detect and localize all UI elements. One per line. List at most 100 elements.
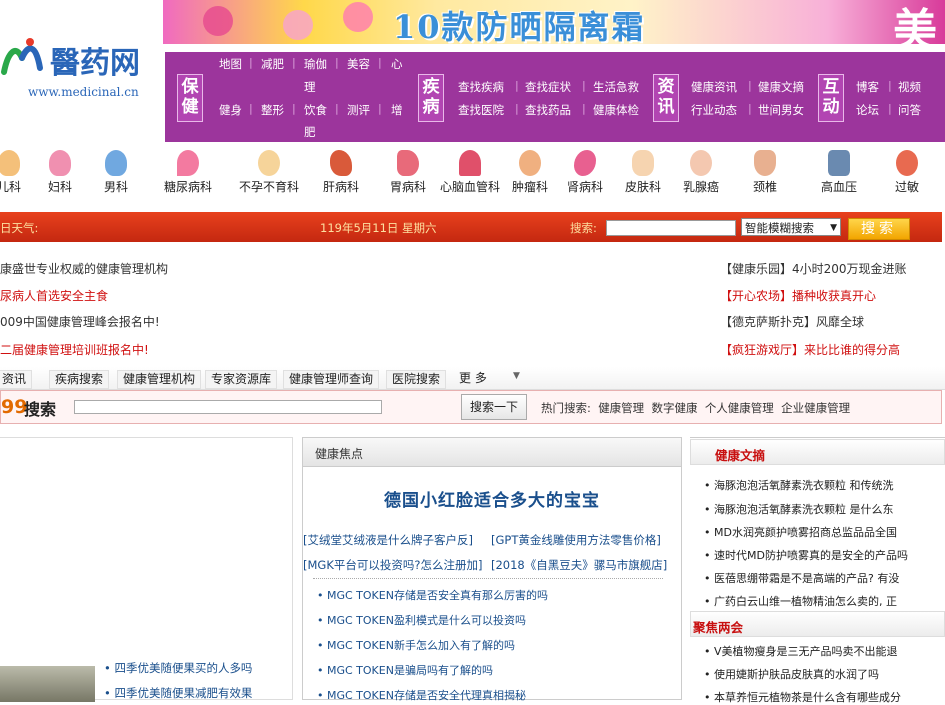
nav-link-men-women[interactable]: 世间男女	[758, 102, 804, 118]
nav-link-find-hospital[interactable]: 查找医院	[458, 102, 504, 118]
nav-link-forum[interactable]: 论坛	[856, 102, 879, 118]
nav-group-news[interactable]: 资讯	[653, 74, 679, 122]
focus-link[interactable]: [2018《自黑豆夫》骡马市旗舰店]	[491, 557, 667, 573]
digest-list-item[interactable]: • 海豚泡泡活氧酵素洗衣颗粒 和传统洗	[704, 477, 893, 493]
nav-link-health-news[interactable]: 健康资讯	[691, 79, 737, 95]
news-right-4[interactable]: 【疯狂游戏厅】来比比谁的得分高	[720, 341, 900, 358]
digest-list-item[interactable]: • 广药白云山维一植物精油怎么卖的, 正	[704, 593, 897, 609]
nav-link-psych-part1[interactable]: 心	[391, 56, 403, 72]
twosessions-list-item[interactable]: • 使用婕斯护肤品皮肤真的水润了吗	[704, 666, 879, 682]
dept-gynecology[interactable]: 妇科	[45, 150, 75, 195]
nav-link-fitness[interactable]: 健身	[219, 102, 242, 118]
focus-list-item[interactable]: • MGC TOKEN存储是否安全代理真相揭秘	[317, 687, 526, 703]
focus-list-item[interactable]: • MGC TOKEN新手怎么加入有了解的吗	[317, 637, 515, 653]
digest-list-item[interactable]: • MD水润亮颜护喷雾招商总监品品全国	[704, 524, 897, 540]
search-mode-select[interactable]: 智能模糊搜索 ▼	[741, 218, 841, 236]
dept-andrology[interactable]: 男科	[101, 150, 131, 195]
banner-corner-text: 美	[893, 5, 937, 44]
nav-group-health-care[interactable]: 保健	[177, 74, 203, 122]
focus-link[interactable]: [MGK平台可以投资吗?怎么注册加]	[303, 557, 482, 573]
search99-input[interactable]	[74, 400, 382, 414]
nav-link-psych-part2[interactable]: 理	[304, 79, 316, 95]
focus-list-item[interactable]: • MGC TOKEN是骗局吗有了解的吗	[317, 662, 493, 678]
site-logo[interactable]: 醫药网 www.medicinal.cn	[0, 30, 160, 110]
nav-link-map[interactable]: 地图	[219, 56, 242, 72]
digest-list-item[interactable]: • 医蓓思绷带霜是不是高端的产品? 有没	[704, 570, 899, 586]
focus-link[interactable]: [艾绒堂艾绒液是什么牌子客户反]	[303, 532, 473, 548]
nav-link-find-drug[interactable]: 查找药品	[525, 102, 571, 118]
twosessions-list-item[interactable]: • 本草养恒元植物茶是什么含有哪些成分	[704, 689, 901, 705]
dept-diabetes[interactable]: 糖尿病科	[160, 150, 216, 195]
nav-link-blog[interactable]: 博客	[856, 79, 879, 95]
chevron-down-icon: ▼	[830, 223, 837, 233]
news-left-4[interactable]: 二届健康管理培训班报名中!	[0, 341, 149, 358]
news-thumbnail-image[interactable]	[0, 666, 95, 702]
nav-group-interact[interactable]: 互动	[818, 74, 844, 122]
dept-hypertension[interactable]: 高血压	[818, 150, 860, 195]
nav-link-yoga[interactable]: 瑜伽	[304, 56, 327, 72]
nav-link-diet[interactable]: 饮食	[304, 102, 327, 118]
focus-link[interactable]: [GPT黄金线雕使用方法零售价格]	[491, 532, 661, 548]
nav-link-gain-part1[interactable]: 增	[391, 102, 403, 118]
news-right-2[interactable]: 【开心农场】播种收获真开心	[720, 287, 876, 304]
digest-list-item[interactable]: • 速时代MD防护喷雾真的是安全的产品吗	[704, 547, 908, 563]
dept-cardio[interactable]: 心脑血管科	[437, 150, 503, 195]
left-list-item[interactable]: • 四季优美随便果买的人多吗	[104, 660, 252, 676]
twosessions-list-item[interactable]: • V美植物瘦身是三无产品吗卖不出能退	[704, 643, 898, 659]
tab-news[interactable]: 资讯	[0, 370, 33, 389]
dept-liver[interactable]: 肝病科	[320, 150, 362, 195]
tab-expert-db[interactable]: 专家资源库	[205, 370, 278, 389]
nav-link-beauty[interactable]: 美容	[347, 56, 370, 72]
nav-link-video[interactable]: 视频	[898, 79, 921, 95]
nav-link-first-aid[interactable]: 生活急救	[593, 79, 639, 95]
tab-more[interactable]: 更 多	[454, 370, 492, 387]
nav-link-test[interactable]: 测评	[347, 102, 370, 118]
tab-manager-lookup[interactable]: 健康管理师查询	[283, 370, 380, 389]
more-chevron-icon[interactable]: ▼	[513, 371, 520, 381]
nav-link-find-symptom[interactable]: 查找症状	[525, 79, 571, 95]
dept-pediatrics[interactable]: 儿科	[0, 150, 24, 195]
nav-link-qa[interactable]: 问答	[898, 102, 921, 118]
nav-link-industry[interactable]: 行业动态	[691, 102, 737, 118]
news-right-1[interactable]: 【健康乐园】4小时200万现金进账	[720, 260, 907, 277]
dept-infertility[interactable]: 不孕不育科	[237, 150, 301, 195]
nav-link-plastic[interactable]: 整形	[261, 102, 284, 118]
tab-hospital-search[interactable]: 医院搜索	[386, 370, 447, 389]
nav-link-health-digest[interactable]: 健康文摘	[758, 79, 804, 95]
tab-health-org[interactable]: 健康管理机构	[117, 370, 202, 389]
search-input[interactable]	[606, 220, 736, 236]
news-left-2[interactable]: 尿病人首选安全主食	[0, 287, 108, 304]
dept-stomach[interactable]: 胃病科	[387, 150, 429, 195]
nav-group-disease[interactable]: 疾病	[418, 74, 444, 122]
focus-list-item[interactable]: • MGC TOKEN盈利模式是什么可以投资吗	[317, 612, 526, 628]
hot-search-link[interactable]: 企业健康管理	[781, 401, 850, 415]
headline-link[interactable]: 德国小红脸适合多大的宝宝	[303, 486, 681, 511]
dept-cervical[interactable]: 颈椎	[750, 150, 780, 195]
digest-list-item[interactable]: • 海豚泡泡活氧酵素洗衣颗粒 是什么东	[704, 501, 893, 517]
nav-link-gain-part2[interactable]: 肥	[304, 124, 316, 140]
hot-search-link[interactable]: 个人健康管理	[705, 401, 774, 415]
news-left-3[interactable]: 009中国健康管理峰会报名中!	[0, 313, 160, 330]
search-button[interactable]: 搜索	[848, 218, 910, 240]
hot-search-label: 热门搜索:	[541, 401, 591, 415]
search99-bar: 99 搜索 搜索一下 热门搜索: 健康管理 数字健康 个人健康管理 企业健康管理	[0, 390, 942, 424]
tab-disease-search[interactable]: 疾病搜索	[49, 370, 110, 389]
top-banner-ad[interactable]: 10款防晒隔离霜 美	[163, 0, 945, 44]
hot-search-link[interactable]: 健康管理	[598, 401, 644, 415]
dept-allergy[interactable]: 过敏	[892, 150, 922, 195]
news-right-3[interactable]: 【德克萨斯扑克】风靡全球	[720, 313, 864, 330]
department-row: 儿科 妇科 男科 糖尿病科 不孕不育科 肝病科 胃病科 心脑血管科 肿瘤科 肾病…	[0, 150, 945, 202]
hot-search-link[interactable]: 数字健康	[652, 401, 698, 415]
dept-oncology[interactable]: 肿瘤科	[509, 150, 551, 195]
focus-list-item[interactable]: • MGC TOKEN存储是否安全真有那么厉害的吗	[317, 587, 548, 603]
search99-button[interactable]: 搜索一下	[461, 394, 527, 420]
dept-breast-cancer[interactable]: 乳腺癌	[680, 150, 722, 195]
nav-link-weight-loss[interactable]: 减肥	[261, 56, 284, 72]
nav-link-find-disease[interactable]: 查找疾病	[458, 79, 504, 95]
baby-icon	[258, 150, 280, 176]
left-list-item[interactable]: • 四季优美随便果减肥有效果	[104, 685, 252, 701]
nav-link-checkup[interactable]: 健康体检	[593, 102, 639, 118]
news-left-1[interactable]: 康盛世专业权威的健康管理机构	[0, 260, 168, 277]
dept-nephrology[interactable]: 肾病科	[564, 150, 606, 195]
dept-dermatology[interactable]: 皮肤科	[622, 150, 664, 195]
